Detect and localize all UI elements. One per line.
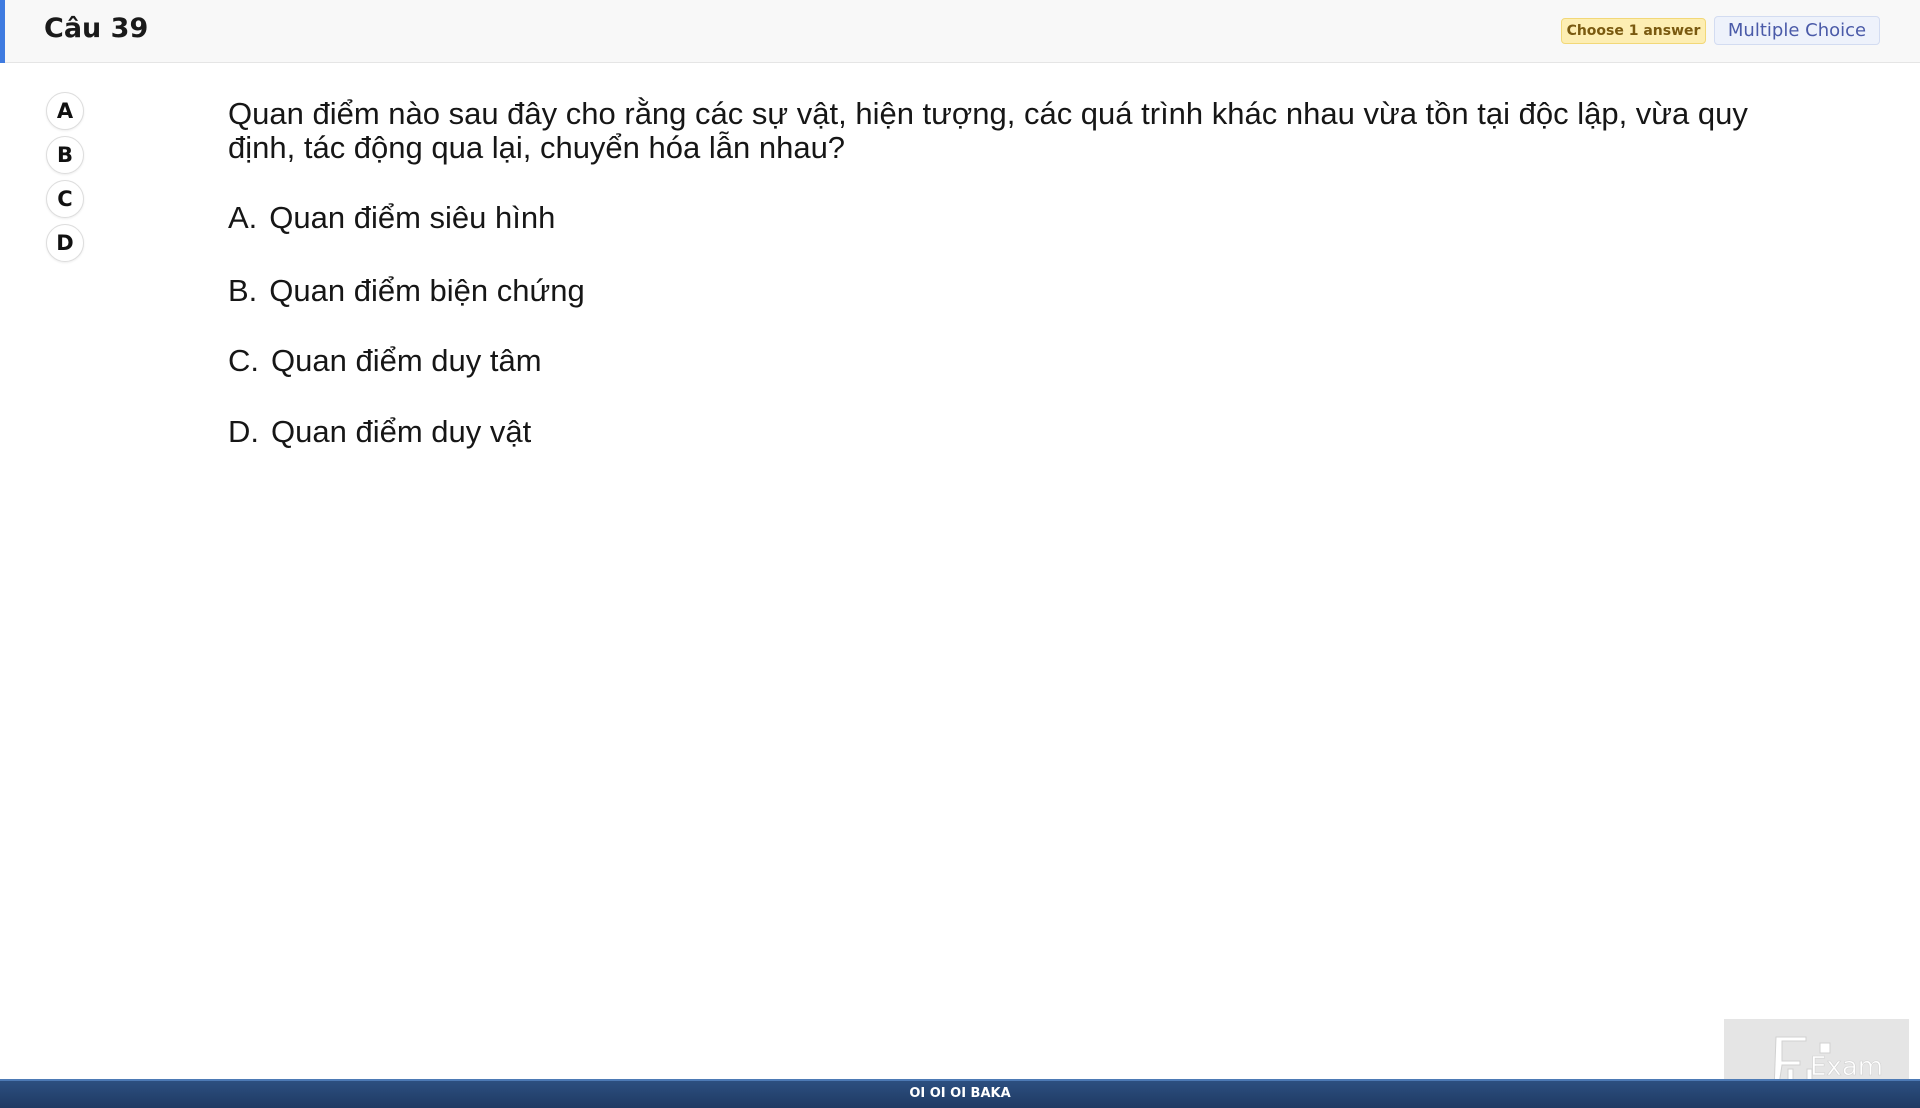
- answer-selector: A B C D: [46, 92, 86, 268]
- question-type-badge: Multiple Choice: [1714, 16, 1880, 45]
- option-letter: B.: [228, 273, 258, 308]
- option-c: C. Quan điểm duy tâm: [228, 343, 542, 379]
- answer-button-d[interactable]: D: [46, 224, 84, 262]
- option-a: A. Quan điểm siêu hình: [228, 200, 555, 236]
- footer-bar: OI OI OI BAKA: [0, 1079, 1920, 1108]
- footer-text: OI OI OI BAKA: [909, 1086, 1011, 1101]
- option-letter: D.: [228, 414, 259, 449]
- option-letter: A.: [228, 200, 258, 235]
- header-accent-bar: [0, 0, 5, 63]
- question-number: Câu 39: [44, 13, 149, 44]
- question-header: Câu 39 Choose 1 answer Multiple Choice: [0, 0, 1920, 63]
- answer-hint-badge: Choose 1 answer: [1561, 18, 1706, 44]
- option-b: B. Quan điểm biện chứng: [228, 273, 585, 309]
- logo-text: Exam: [1810, 1052, 1883, 1082]
- question-text: Quan điểm nào sau đây cho rằng các sự vậ…: [228, 96, 1748, 165]
- option-text: Quan điểm duy vật: [271, 414, 532, 449]
- option-d: D. Quan điểm duy vật: [228, 414, 531, 450]
- option-letter: C.: [228, 343, 259, 378]
- answer-button-a[interactable]: A: [46, 92, 84, 130]
- answer-button-b[interactable]: B: [46, 136, 84, 174]
- answer-button-c[interactable]: C: [46, 180, 84, 218]
- option-text: Quan điểm siêu hình: [269, 200, 556, 235]
- option-text: Quan điểm biện chứng: [269, 273, 585, 308]
- option-text: Quan điểm duy tâm: [271, 343, 542, 378]
